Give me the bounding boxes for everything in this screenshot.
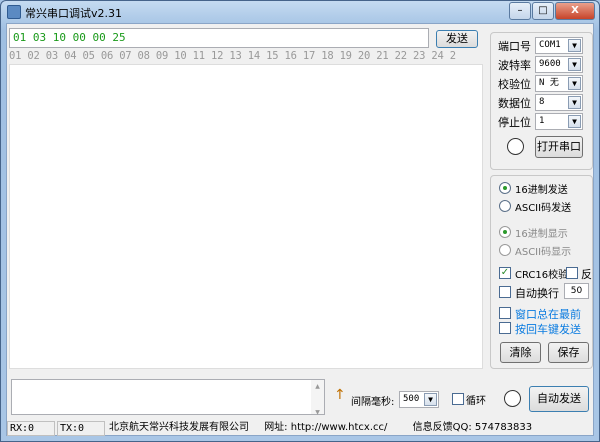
statusbar-info: 北京航天常兴科技发展有限公司 网址: http://www.htcx.cc/ 信… <box>107 421 593 436</box>
port-status-indicator <box>507 138 524 155</box>
ascii-send-label: ASCII码发送 <box>515 203 572 214</box>
receive-display[interactable] <box>9 64 483 369</box>
window-title: 常兴串口调试v2.31 <box>25 7 123 20</box>
wrap-width-input[interactable]: 50 <box>564 283 589 299</box>
loop-checkbox[interactable] <box>452 393 464 405</box>
parity-label: 校验位 <box>498 78 531 91</box>
tx-count: TX:0 <box>57 421 105 436</box>
always-on-top-label: 窗口总在最前 <box>515 308 581 321</box>
client-area: 01 03 10 00 00 25 发送 01 02 03 04 05 06 0… <box>6 23 594 436</box>
chevron-down-icon: ▼ <box>568 77 581 90</box>
port-value: COM1 <box>539 40 561 50</box>
interval-select[interactable]: 500 ▼ <box>399 391 439 408</box>
parity-select[interactable]: N 无 ▼ <box>535 75 583 92</box>
chevron-down-icon: ▼ <box>568 58 581 71</box>
stopbits-select[interactable]: 1 ▼ <box>535 113 583 130</box>
stopbits-label: 停止位 <box>498 116 531 129</box>
website-link[interactable]: 网址: http://www.htcx.cc/ <box>264 422 387 433</box>
enter-send-checkbox[interactable] <box>499 322 511 334</box>
stopbits-value: 1 <box>539 116 545 126</box>
scrollbar[interactable]: ▲ ▼ <box>311 380 324 416</box>
ascii-display-label: ASCII码显示 <box>515 247 572 258</box>
auto-wrap-checkbox[interactable] <box>499 286 511 298</box>
baud-value: 9600 <box>539 59 561 69</box>
crc16-label: CRC16校验 <box>515 270 569 281</box>
byte-ruler: 01 02 03 04 05 06 07 08 09 10 11 12 13 1… <box>9 50 456 62</box>
send-button[interactable]: 发送 <box>436 30 478 48</box>
loop-label: 循环 <box>466 396 486 407</box>
baud-select[interactable]: 9600 ▼ <box>535 56 583 73</box>
hex-display-radio[interactable] <box>499 226 511 238</box>
auto-wrap-label: 自动换行 <box>515 287 559 300</box>
databits-select[interactable]: 8 ▼ <box>535 94 583 111</box>
clear-button[interactable]: 清除 <box>500 342 541 363</box>
port-select[interactable]: COM1 ▼ <box>535 37 583 54</box>
chevron-down-icon: ▼ <box>568 96 581 109</box>
open-port-button[interactable]: 打开串口 <box>535 136 583 158</box>
databits-label: 数据位 <box>498 97 531 110</box>
maximize-button[interactable]: □ <box>532 2 554 20</box>
hex-send-label: 16进制发送 <box>515 185 568 196</box>
arrow-up-icon: ↑ <box>334 387 346 403</box>
interval-label: 间隔毫秒: <box>351 397 395 408</box>
auto-send-button[interactable]: 自动发送 <box>529 386 589 412</box>
close-button[interactable]: X <box>555 2 595 20</box>
hex-display-label: 16进制显示 <box>515 229 568 240</box>
auto-send-input[interactable]: ▲ ▼ <box>11 379 325 416</box>
options-group: 16进制发送 ASCII码发送 16进制显示 ASCII码显示 ✓ CRC16校… <box>490 175 593 369</box>
auto-send-indicator <box>504 390 521 407</box>
enter-send-label: 按回车键发送 <box>515 323 581 336</box>
chevron-down-icon: ▼ <box>568 115 581 128</box>
databits-value: 8 <box>539 97 545 107</box>
feedback-qq: 信息反馈QQ: 574783833 <box>412 422 533 433</box>
company-name: 北京航天常兴科技发展有限公司 <box>109 422 249 433</box>
reverse-checkbox[interactable] <box>566 267 578 279</box>
chevron-down-icon: ▼ <box>568 39 581 52</box>
hex-send-radio[interactable] <box>499 182 511 194</box>
chevron-down-icon: ▼ <box>424 393 437 406</box>
app-icon <box>7 5 21 19</box>
save-button[interactable]: 保存 <box>548 342 589 363</box>
reverse-label: 反 <box>581 268 592 281</box>
serial-settings-group: 端口号 COM1 ▼ 波特率 9600 ▼ 校验位 N 无 ▼ 数据位 8 ▼ 停止位 … <box>490 32 593 170</box>
interval-value: 500 <box>403 394 420 404</box>
ascii-display-radio[interactable] <box>499 244 511 256</box>
send-input[interactable]: 01 03 10 00 00 25 <box>9 28 429 48</box>
parity-value: N 无 <box>539 78 559 88</box>
rx-count: RX:0 <box>7 421 55 436</box>
ascii-send-radio[interactable] <box>499 200 511 212</box>
crc16-checkbox[interactable]: ✓ <box>499 267 511 279</box>
baud-label: 波特率 <box>498 59 531 72</box>
port-label: 端口号 <box>498 40 531 53</box>
always-on-top-checkbox[interactable] <box>499 307 511 319</box>
minimize-button[interactable]: – <box>509 2 531 20</box>
